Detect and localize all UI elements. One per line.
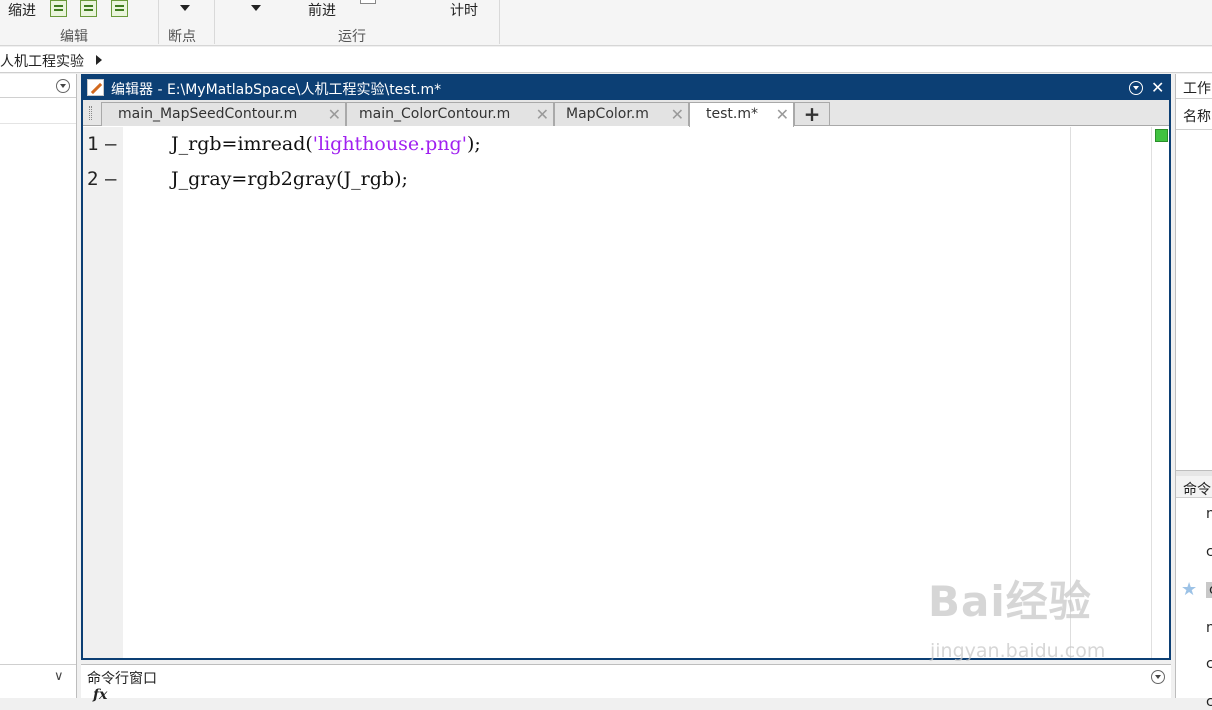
workspace-header: 名称 (1176, 98, 1212, 130)
command-window[interactable]: 命令行窗口 fx (81, 664, 1171, 703)
run-group-label: 运行 (338, 29, 366, 45)
run-dropdown-icon[interactable] (251, 5, 261, 11)
tab-mapcolor[interactable]: MapColor.m ✕ (554, 102, 689, 126)
toolstrip: 缩进 编辑 断点 前进 计时 运行 (0, 0, 1212, 46)
tab-test[interactable]: test.m* ✕ (689, 102, 794, 127)
breadcrumb-folder[interactable]: 人机工程实验 (0, 51, 84, 71)
panel-actions-icon[interactable] (56, 79, 70, 93)
workspace-title: 工作 (1183, 81, 1211, 97)
string-literal: 'lighthouse.png' (312, 133, 467, 155)
editor-title: 编辑器 - E:\MyMatlabSpace\人机工程实验\test.m* (111, 82, 442, 98)
watermark-url: jingyan.baidu.com (930, 640, 1106, 662)
line-number-gutter[interactable]: 1 — 2 — (83, 127, 123, 658)
history-item-selected[interactable]: c (1206, 582, 1212, 598)
toolstrip-divider (499, 0, 500, 44)
history-item[interactable]: n (1206, 620, 1212, 636)
chevron-down-icon[interactable]: ∨ (54, 669, 64, 684)
tab-label: test.m* (706, 106, 758, 122)
history-title: 命令 (1183, 482, 1211, 498)
code-text: J_gray=rgb2gray(J_rgb); (171, 168, 408, 190)
tab-close-icon[interactable]: ✕ (328, 105, 341, 124)
run-section-icon[interactable] (360, 0, 376, 4)
current-folder-panel: ∨ (0, 74, 77, 698)
command-window-actions-icon[interactable] (1151, 670, 1165, 684)
tab-label: main_ColorContour.m (359, 106, 511, 122)
breakpoint-marker[interactable]: — (105, 168, 116, 190)
run-and-time-button[interactable]: 计时 (450, 0, 478, 20)
code-text: ); (466, 133, 481, 155)
code-analyzer-status-icon[interactable] (1155, 129, 1168, 142)
tab-grip-icon[interactable] (89, 106, 92, 120)
editor-scrollbar[interactable] (1151, 127, 1169, 658)
line-number: 1 (87, 133, 99, 155)
edit-group-label: 编辑 (60, 29, 88, 45)
tab-close-icon[interactable]: ✕ (776, 105, 789, 124)
details-panel-toggle[interactable]: ∨ (0, 664, 76, 688)
file-list-header (0, 98, 76, 124)
toolstrip-divider (158, 0, 159, 44)
tab-main-mapseedcontour[interactable]: main_MapSeedContour.m ✕ (101, 102, 346, 126)
address-bar[interactable]: 人机工程实验 (0, 47, 1212, 73)
breadcrumb-arrow-icon[interactable] (96, 55, 102, 65)
editor-tab-bar: main_MapSeedContour.m ✕ main_ColorContou… (83, 100, 1169, 127)
indent-label: 缩进 (8, 3, 36, 19)
tab-close-icon[interactable]: ✕ (536, 105, 549, 124)
editor-title-bar: 编辑器 - E:\MyMatlabSpace\人机工程实验\test.m* ✕ (83, 76, 1169, 100)
fx-prompt-icon[interactable]: fx (93, 687, 107, 703)
toolstrip-divider (214, 0, 215, 44)
indent-increase-icon[interactable] (80, 0, 97, 17)
tab-label: main_MapSeedContour.m (118, 106, 298, 122)
current-folder-header (0, 74, 76, 98)
code-line[interactable]: J_gray=rgb2gray(J_rgb); (171, 168, 408, 190)
tab-main-colorcontour[interactable]: main_ColorContour.m ✕ (346, 102, 554, 126)
star-icon: ★ (1181, 579, 1198, 600)
code-text: J_rgb=imread( (171, 133, 313, 155)
breakpoints-group-label: 断点 (168, 29, 196, 45)
line-number: 2 (87, 168, 99, 190)
history-header: 命令 (1176, 476, 1212, 498)
breakpoints-dropdown-icon[interactable] (180, 5, 190, 11)
smart-indent-icon[interactable] (50, 0, 67, 17)
history-item[interactable]: c (1206, 544, 1212, 560)
code-line[interactable]: J_rgb=imread('lighthouse.png'); (171, 133, 481, 155)
history-item[interactable]: n (1206, 506, 1212, 522)
breakpoint-marker[interactable]: — (105, 133, 116, 155)
editor-actions-icon[interactable] (1129, 81, 1143, 95)
indent-decrease-icon[interactable] (111, 0, 128, 17)
watermark-brand: Bai经验 (928, 577, 1092, 626)
name-column-header[interactable]: 名称 (1183, 106, 1211, 126)
workspace-panel: 工作 名称 命令 n c ★ c n c c (1175, 74, 1212, 710)
tab-label: MapColor.m (566, 106, 649, 122)
baidu-watermark: Bai经验 jingyan.baidu.com (928, 568, 1105, 662)
history-item[interactable]: c (1206, 694, 1212, 710)
tab-close-icon[interactable]: ✕ (671, 105, 684, 124)
editor-close-icon[interactable]: ✕ (1151, 80, 1164, 96)
new-tab-button[interactable]: + (794, 102, 830, 126)
editor-pencil-icon (87, 79, 104, 96)
history-item[interactable]: c (1206, 656, 1212, 672)
advance-button[interactable]: 前进 (308, 0, 336, 20)
command-window-title: 命令行窗口 (87, 671, 157, 687)
